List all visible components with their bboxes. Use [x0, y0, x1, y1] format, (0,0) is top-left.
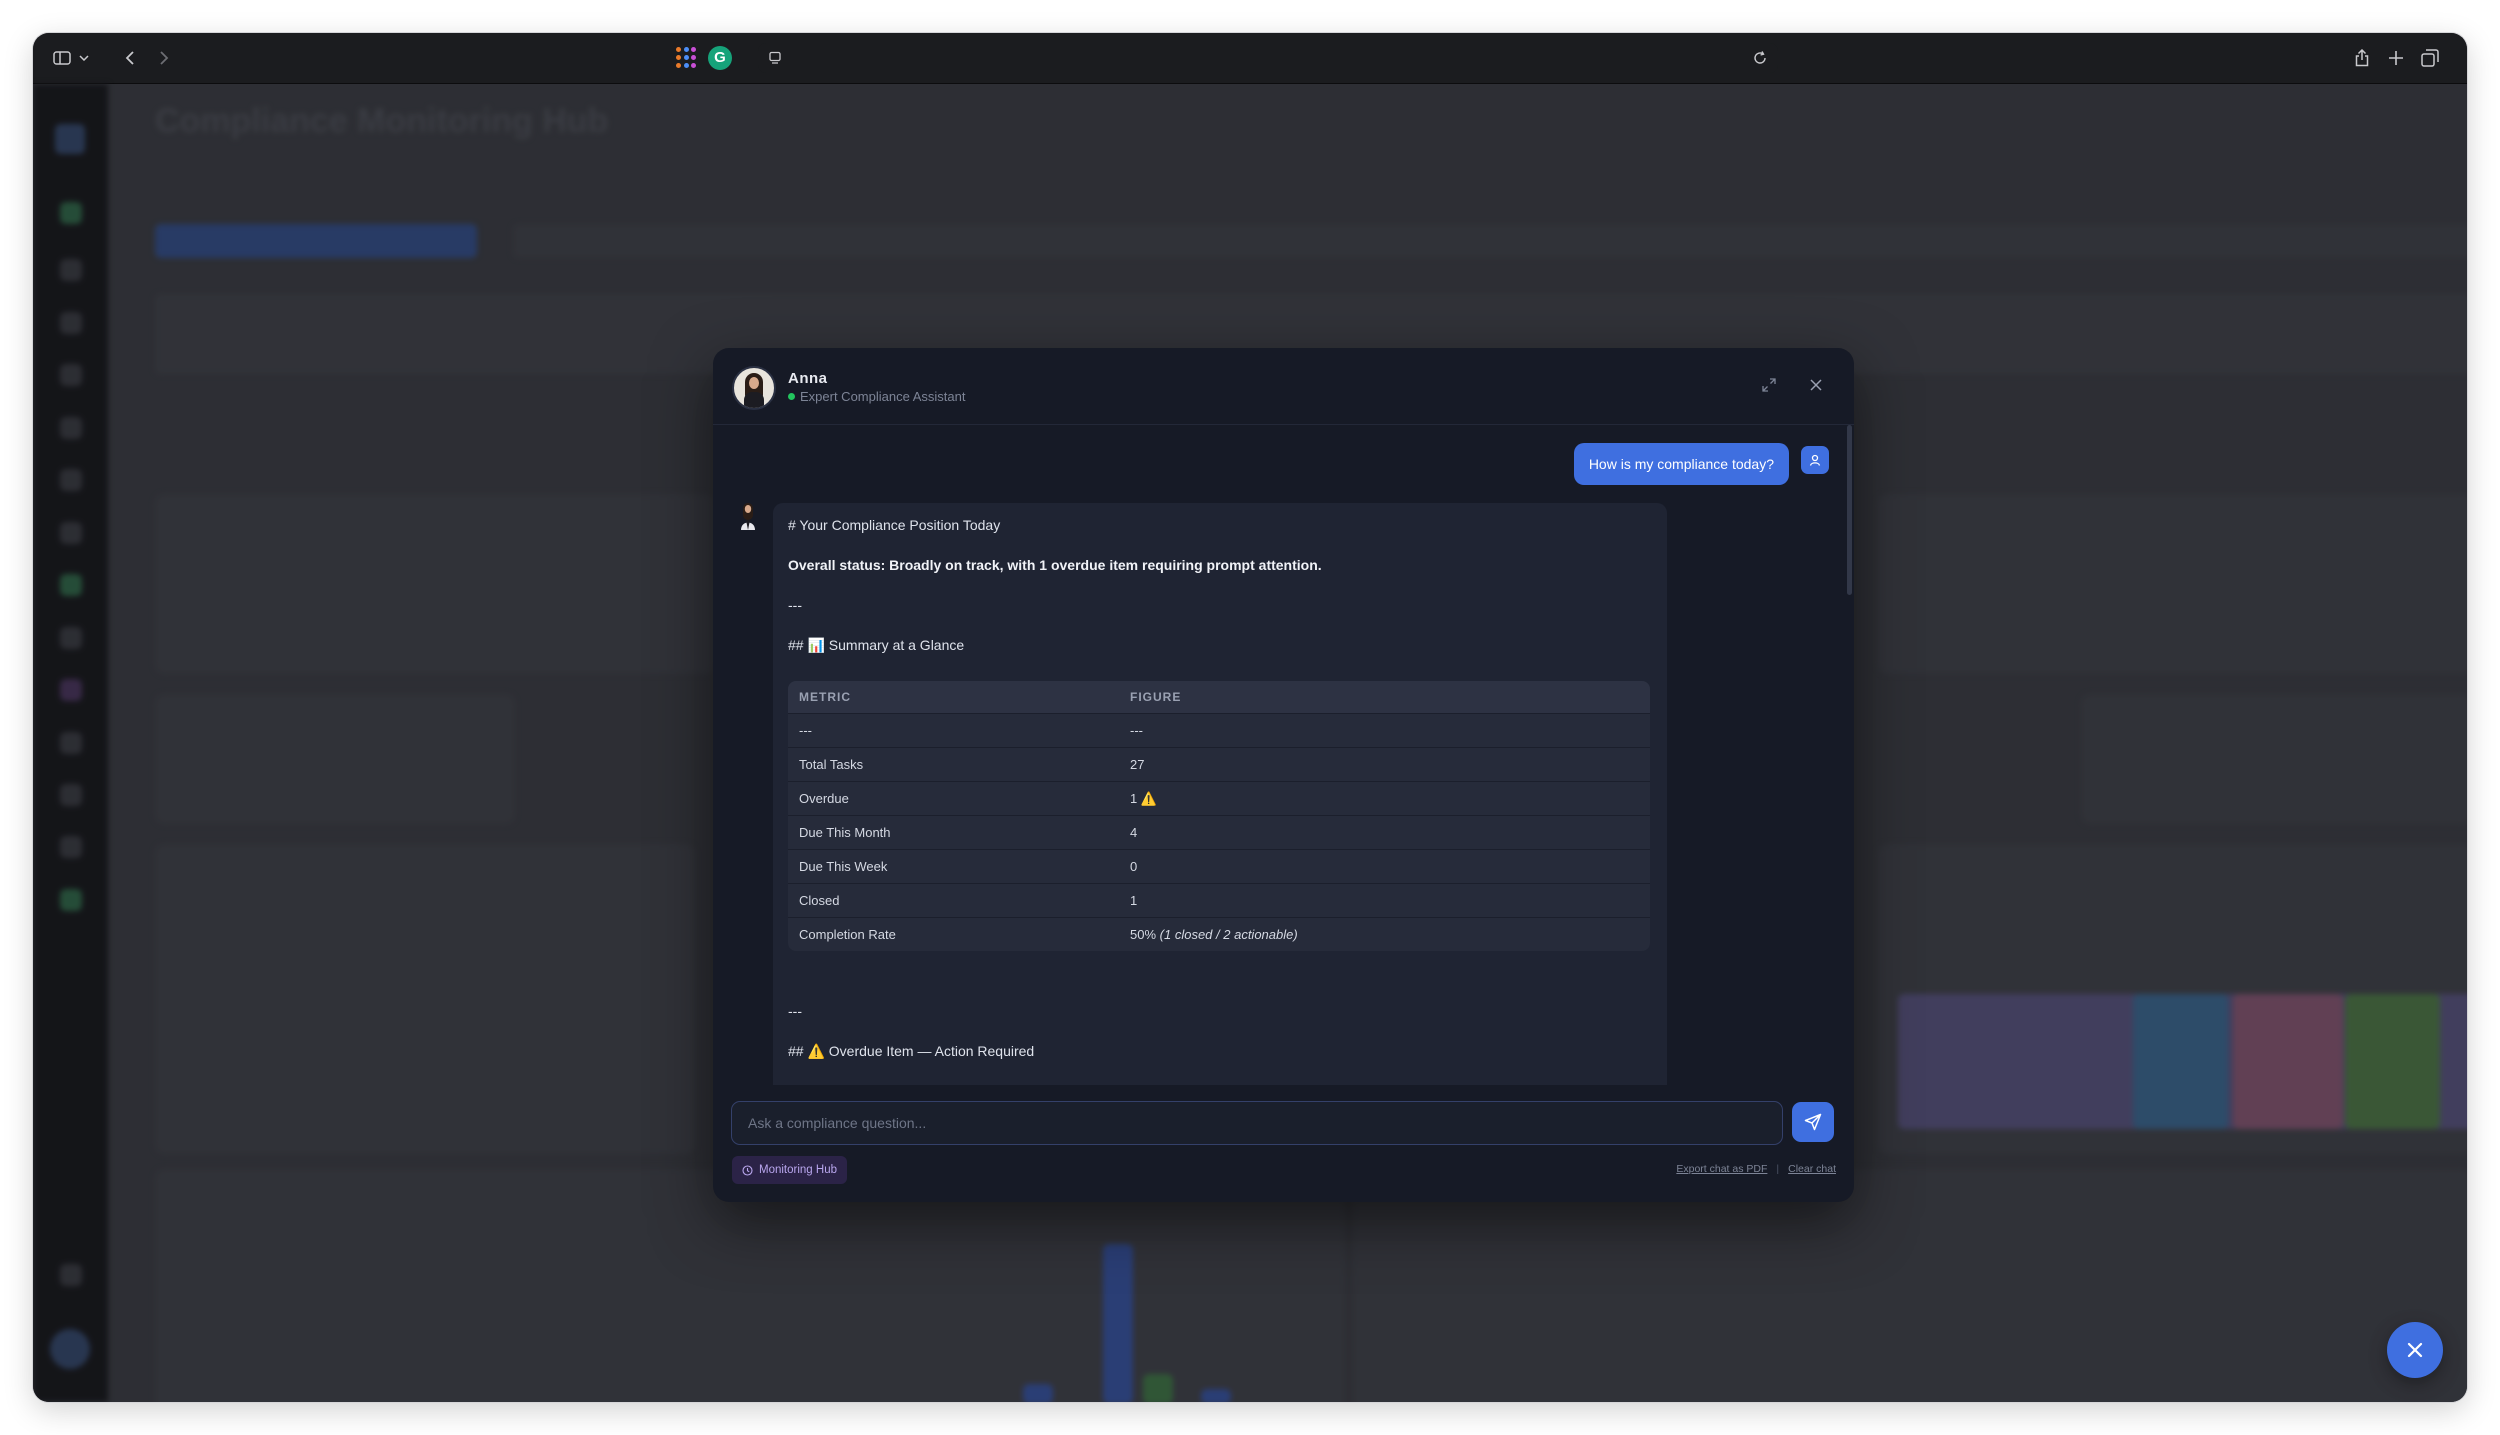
table-header-metric: METRIC [788, 681, 1119, 714]
table-cell-metric: Closed [788, 883, 1119, 918]
page-menu-icon[interactable] [768, 51, 782, 70]
table-cell-figure: 1 [1119, 883, 1650, 918]
send-icon [1804, 1113, 1822, 1131]
online-status-icon [788, 393, 795, 400]
table-row: Due This Week 0 [788, 849, 1650, 884]
context-chip-label: Monitoring Hub [759, 1164, 837, 1176]
summary-table: METRIC FIGURE --- --- Total Tasks 27 Ove… [788, 681, 1650, 951]
close-chat-button[interactable] [2387, 1322, 2443, 1378]
table-cell-metric: Due This Month [788, 815, 1119, 850]
browser-toolbar: G [33, 33, 2467, 84]
clear-chat-link[interactable]: Clear chat [1788, 1163, 1836, 1175]
assistant-status: Expert Compliance Assistant [788, 389, 965, 404]
chat-scrollbar[interactable] [1847, 425, 1852, 595]
completion-rate-note: (1 closed / 2 actionable) [1159, 927, 1298, 942]
assistant-message: # Your Compliance Position Today Overall… [773, 503, 1667, 1085]
response-divider: --- [788, 1003, 802, 1019]
chat-modal: Anna Expert Compliance Assistant How is … [713, 348, 1854, 1202]
table-row: Due This Month 4 [788, 815, 1650, 850]
forward-icon[interactable] [153, 45, 175, 71]
table-cell-metric: Overdue [788, 781, 1119, 816]
tab-overview-icon[interactable] [2419, 45, 2441, 71]
context-chip[interactable]: Monitoring Hub [732, 1156, 847, 1184]
chevron-down-icon[interactable] [77, 45, 91, 71]
assistant-message-avatar [736, 502, 760, 530]
user-message: How is my compliance today? [1573, 443, 1789, 485]
table-cell-metric: Completion Rate [799, 927, 896, 942]
response-overall-status: Overall status: Broadly on track, with 1… [788, 557, 1322, 573]
apps-icon[interactable] [676, 47, 698, 69]
assistant-name: Anna [788, 370, 828, 387]
table-cell-metric: Total Tasks [788, 747, 1119, 782]
assistant-avatar [732, 366, 776, 410]
table-row: Total Tasks 27 [788, 747, 1650, 782]
share-icon[interactable] [2351, 45, 2373, 71]
browser-window: G Compliance Monitoring Hub Anna Expert … [33, 33, 2467, 1402]
table-row: Closed 1 [788, 883, 1650, 918]
footer-separator: | [1776, 1163, 1780, 1175]
question-input[interactable] [731, 1101, 1783, 1145]
table-header-row: METRIC FIGURE [788, 681, 1650, 714]
table-header-figure: FIGURE [1119, 681, 1650, 714]
table-row: Overdue 1 ⚠️ [788, 781, 1650, 816]
response-divider: --- [788, 597, 802, 613]
summary-heading: ## 📊 Summary at a Glance [788, 637, 965, 653]
response-heading: # Your Compliance Position Today [788, 517, 1001, 533]
chat-header: Anna Expert Compliance Assistant [713, 348, 1854, 425]
sidebar-toggle-icon[interactable] [51, 45, 73, 71]
close-icon [2407, 1342, 2423, 1358]
table-cell-figure: 27 [1119, 747, 1650, 782]
expand-icon[interactable] [1758, 374, 1780, 396]
address-bar[interactable] [758, 43, 1778, 73]
table-cell-figure: --- [1119, 713, 1650, 748]
table-cell-metric: --- [788, 713, 1119, 748]
table-row: Completion Rate 50% (1 closed / 2 action… [788, 918, 1650, 952]
assistant-role: Expert Compliance Assistant [800, 389, 966, 404]
back-icon[interactable] [119, 45, 141, 71]
user-avatar-icon [1801, 446, 1829, 474]
send-button[interactable] [1792, 1102, 1834, 1142]
table-row: --- --- [788, 713, 1650, 748]
reload-icon[interactable] [1752, 50, 1768, 71]
clock-icon [742, 1164, 753, 1176]
chat-footer-links: Export chat as PDF | Clear chat [1676, 1163, 1836, 1175]
close-icon[interactable] [1805, 374, 1827, 396]
overdue-heading: ## ⚠️ Overdue Item — Action Required [788, 1043, 1035, 1059]
completion-rate-value: 50% [1130, 927, 1157, 942]
grammarly-icon[interactable]: G [708, 46, 732, 70]
new-tab-icon[interactable] [2385, 45, 2407, 71]
table-cell-figure: 4 [1119, 815, 1650, 850]
table-cell-figure: 50% (1 closed / 2 actionable) [1119, 918, 1650, 952]
table-cell-metric: Due This Week [788, 849, 1119, 884]
table-cell-figure: 1 ⚠️ [1119, 781, 1650, 816]
chat-messages[interactable]: How is my compliance today? # Your Compl… [713, 425, 1854, 1085]
export-pdf-link[interactable]: Export chat as PDF [1676, 1163, 1767, 1175]
table-cell-figure: 0 [1119, 849, 1650, 884]
